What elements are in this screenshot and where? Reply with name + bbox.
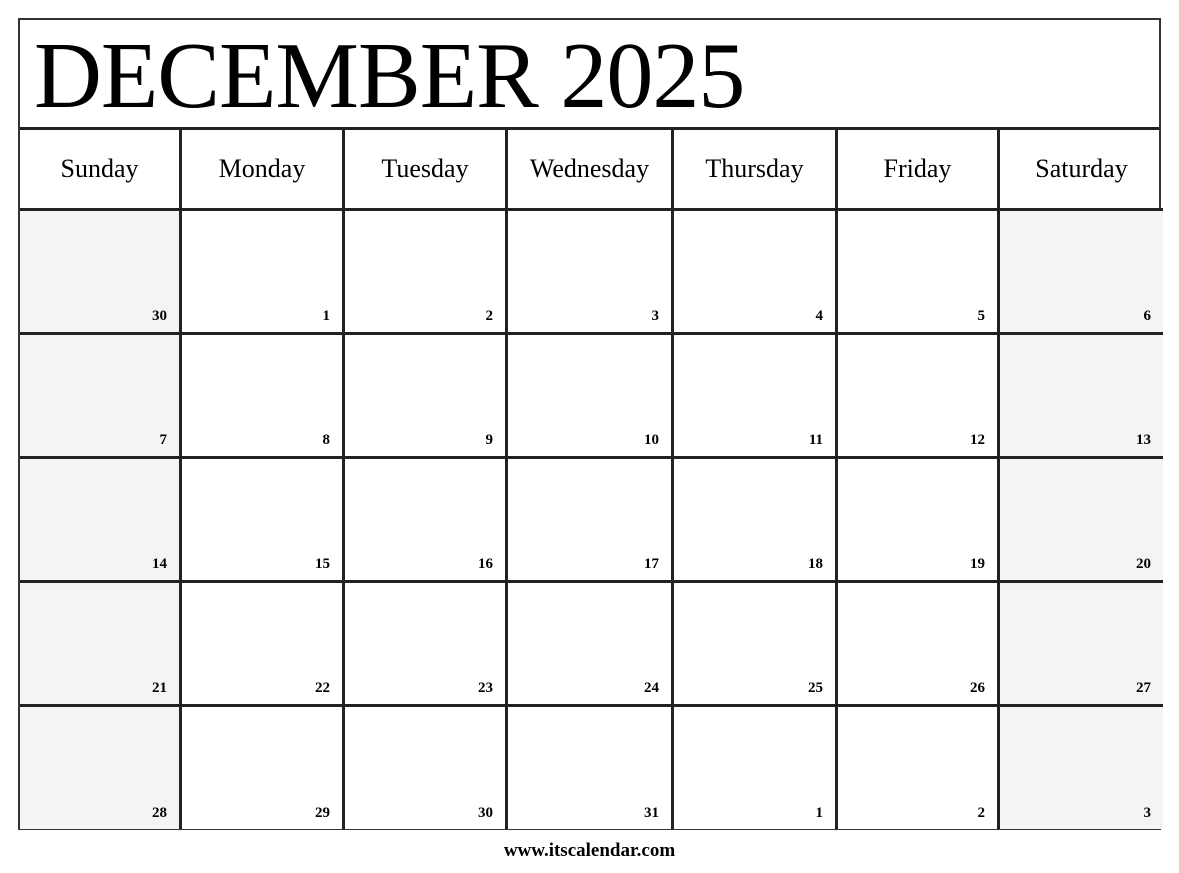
weekday-header-row: Sunday Monday Tuesday Wednesday Thursday Frid… — [20, 130, 1163, 211]
day-number: 11 — [808, 432, 823, 448]
day-number: 12 — [970, 432, 985, 448]
weekday-header-monday: Monday — [182, 130, 345, 211]
day-cell[interactable]: 4 — [674, 211, 838, 335]
day-number: 16 — [478, 556, 493, 572]
title-bar: DECEMBER 2025 — [20, 20, 1159, 130]
day-cell[interactable]: 1 — [674, 707, 838, 829]
day-cell[interactable]: 18 — [674, 459, 838, 583]
day-cell[interactable]: 2 — [345, 211, 508, 335]
day-number: 24 — [644, 680, 659, 696]
day-number: 15 — [315, 556, 330, 572]
day-cell[interactable]: 31 — [508, 707, 674, 829]
day-cell[interactable]: 16 — [345, 459, 508, 583]
weekday-header-wednesday: Wednesday — [508, 130, 674, 211]
day-number: 2 — [977, 805, 986, 821]
day-number: 2 — [485, 308, 494, 324]
day-cell[interactable]: 7 — [20, 335, 182, 459]
day-cell[interactable]: 15 — [182, 459, 345, 583]
day-cell[interactable]: 21 — [20, 583, 182, 707]
weekday-header-tuesday: Tuesday — [345, 130, 508, 211]
month-title: DECEMBER 2025 — [34, 24, 745, 128]
day-number: 14 — [152, 556, 167, 572]
day-cell[interactable]: 29 — [182, 707, 345, 829]
day-number: 9 — [485, 432, 494, 448]
day-cell[interactable]: 3 — [1000, 707, 1163, 829]
day-number: 31 — [644, 805, 659, 821]
day-cell[interactable]: 2 — [838, 707, 1000, 829]
day-number: 1 — [322, 308, 331, 324]
day-cell[interactable]: 6 — [1000, 211, 1163, 335]
day-number: 30 — [152, 308, 167, 324]
day-number: 21 — [152, 680, 167, 696]
day-cell[interactable]: 19 — [838, 459, 1000, 583]
day-cell[interactable]: 3 — [508, 211, 674, 335]
day-number: 17 — [644, 556, 659, 572]
weekday-header-thursday: Thursday — [674, 130, 838, 211]
day-number: 30 — [478, 805, 493, 821]
day-cell[interactable]: 10 — [508, 335, 674, 459]
calendar: DECEMBER 2025 Sunday Monday Tuesday Wednesd… — [18, 18, 1163, 830]
day-number: 26 — [970, 680, 985, 696]
day-number: 10 — [644, 432, 659, 448]
day-cell[interactable]: 25 — [674, 583, 838, 707]
weekday-header-sunday: Sunday — [20, 130, 182, 211]
day-cell[interactable]: 22 — [182, 583, 345, 707]
day-number: 27 — [1136, 680, 1151, 696]
day-cell[interactable]: 1 — [182, 211, 345, 335]
weekday-header-saturday: Saturday — [1000, 130, 1163, 211]
footer-url[interactable]: www.itscalendar.com — [0, 840, 1179, 862]
day-number: 8 — [322, 432, 331, 448]
day-number: 6 — [1143, 308, 1152, 324]
day-cell[interactable]: 14 — [20, 459, 182, 583]
day-cell[interactable]: 8 — [182, 335, 345, 459]
day-cell[interactable]: 23 — [345, 583, 508, 707]
day-cell[interactable]: 11 — [674, 335, 838, 459]
day-cell[interactable]: 12 — [838, 335, 1000, 459]
weekday-header-friday: Friday — [838, 130, 1000, 211]
day-number: 20 — [1136, 556, 1151, 572]
day-number: 7 — [159, 432, 168, 448]
day-number: 3 — [1143, 805, 1152, 821]
day-cell[interactable]: 5 — [838, 211, 1000, 335]
day-number: 13 — [1136, 432, 1151, 448]
day-cell[interactable]: 28 — [20, 707, 182, 829]
day-cell[interactable]: 26 — [838, 583, 1000, 707]
day-cell[interactable]: 20 — [1000, 459, 1163, 583]
day-number: 3 — [651, 308, 660, 324]
day-cell[interactable]: 9 — [345, 335, 508, 459]
day-number: 28 — [152, 805, 167, 821]
day-number: 18 — [808, 556, 823, 572]
day-number: 23 — [478, 680, 493, 696]
day-number: 22 — [315, 680, 330, 696]
days-grid: 30 1 2 3 4 5 6 7 8 9 10 11 12 13 14 15 16 17 18 19 20 21 22 23 2… — [20, 211, 1163, 829]
day-number: 29 — [315, 805, 330, 821]
day-cell[interactable]: 30 — [20, 211, 182, 335]
day-cell[interactable]: 30 — [345, 707, 508, 829]
day-cell[interactable]: 17 — [508, 459, 674, 583]
day-number: 4 — [815, 308, 824, 324]
day-number: 1 — [815, 805, 824, 821]
day-number: 5 — [977, 308, 986, 324]
day-cell[interactable]: 27 — [1000, 583, 1163, 707]
day-number: 19 — [970, 556, 985, 572]
day-cell[interactable]: 24 — [508, 583, 674, 707]
day-number: 25 — [808, 680, 823, 696]
day-cell[interactable]: 13 — [1000, 335, 1163, 459]
